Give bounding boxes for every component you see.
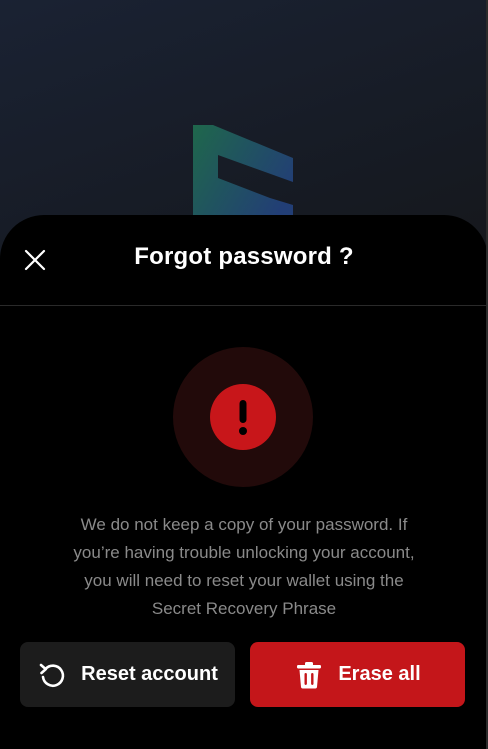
reset-account-label: Reset account [81, 663, 218, 685]
warning-badge [173, 347, 313, 487]
message-line: you will need to reset your wallet using… [84, 571, 404, 590]
erase-all-label: Erase all [338, 663, 421, 685]
message-line: you’re having trouble unlocking your acc… [73, 543, 415, 562]
message-line: We do not keep a copy of your password. … [80, 515, 408, 534]
dialog-title: Forgot password ? [134, 243, 354, 270]
warning-message: We do not keep a copy of your password. … [40, 511, 448, 623]
reset-account-button[interactable]: Reset account [20, 642, 235, 707]
trash-icon [294, 660, 324, 690]
exclamation-circle-icon [210, 384, 276, 450]
brand-logo-icon [193, 125, 293, 230]
forgot-password-sheet: Forgot password ? We do not keep a copy … [0, 215, 488, 749]
sheet-header: Forgot password ? [0, 215, 488, 306]
erase-all-button[interactable]: Erase all [250, 642, 465, 707]
message-line: Secret Recovery Phrase [151, 599, 337, 618]
reset-icon [37, 660, 67, 690]
